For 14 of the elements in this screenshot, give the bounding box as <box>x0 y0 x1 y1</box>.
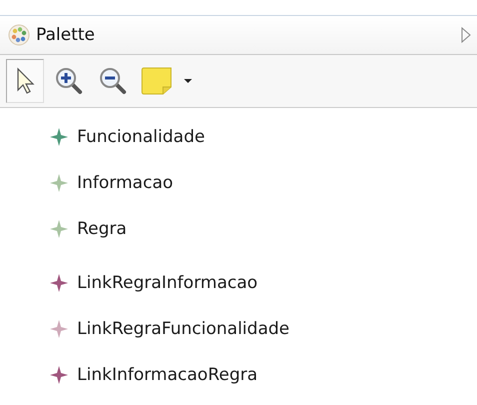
palette-item[interactable]: LinkInformacaoRegra <box>44 352 477 398</box>
palette-item[interactable]: Informacao <box>44 160 477 206</box>
zoom-in-icon <box>54 66 84 96</box>
palette-title: Palette <box>36 25 96 45</box>
expand-icon[interactable] <box>461 27 471 43</box>
palette-icon <box>8 24 30 46</box>
arrow-icon-button[interactable] <box>6 59 44 103</box>
note-icon <box>141 67 173 95</box>
dropdown-caret-icon[interactable] <box>184 78 192 84</box>
palette-item[interactable]: LinkRegraInformacao <box>44 260 477 306</box>
palette-item[interactable]: Funcionalidade <box>44 114 477 160</box>
zoom-out-icon <box>98 66 128 96</box>
palette-item[interactable]: LinkRegraFuncionalidade <box>44 306 477 352</box>
palette-item[interactable]: Regra <box>44 206 477 252</box>
